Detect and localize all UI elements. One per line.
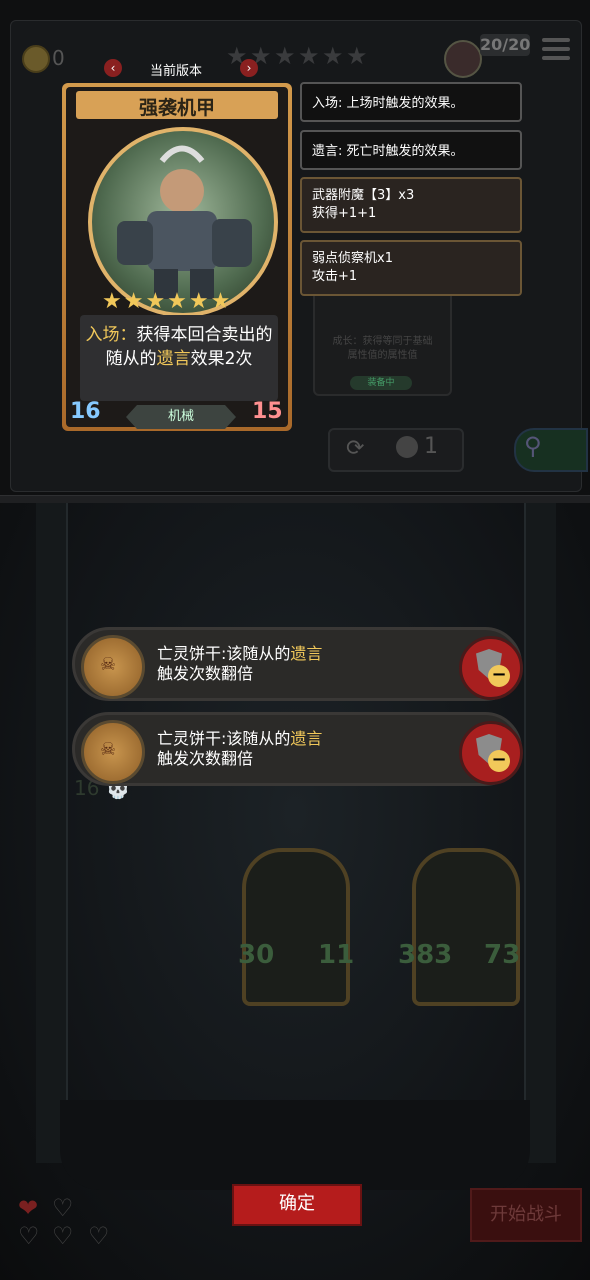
- confirm-button[interactable]: 确定: [232, 1184, 362, 1226]
- enchant-effect: 获得+1+1: [312, 206, 377, 221]
- life-heart-icon: ♡: [18, 1222, 40, 1250]
- coin-icon: [396, 436, 418, 458]
- card-name: 强袭机甲: [138, 97, 215, 119]
- minus-icon: −: [488, 750, 510, 772]
- board-frame-bottom: [60, 1100, 530, 1190]
- desc-suffix: 效果2次: [190, 349, 253, 369]
- tier-star: ★: [322, 42, 344, 70]
- minus-icon: −: [488, 665, 510, 687]
- coin-icon: [22, 45, 50, 73]
- buff-entry: ☠ 亡灵饼干:该随从的遗言 触发次数翻倍 −: [72, 712, 523, 786]
- board-frame-right: [524, 503, 556, 1163]
- deathrattle-keyword: 遗言: [156, 349, 191, 369]
- minion-health: 73: [484, 940, 521, 970]
- deathrattle-tooltip: 遗言: 死亡时触发的效果。: [300, 130, 522, 170]
- remove-buff-button[interactable]: −: [459, 721, 523, 785]
- card-stars: ★★★★★★: [102, 289, 233, 314]
- start-battle-button[interactable]: 开始战斗: [470, 1188, 582, 1242]
- minion-attack: 30: [238, 940, 275, 970]
- enchant-name: 弱点侦察机x1: [312, 251, 393, 266]
- buff-entry: ☠ 亡灵饼干:该随从的遗言 触发次数翻倍 −: [72, 627, 523, 701]
- player-health: 20/20: [480, 34, 531, 56]
- enchant-tooltip: 弱点侦察机x1 攻击+1: [300, 240, 522, 296]
- search-icon: ⚲: [524, 432, 542, 460]
- card-attack: 16: [70, 399, 101, 424]
- life-heart-icon: ♡: [88, 1222, 110, 1250]
- life-heart-icon: ♡: [52, 1222, 74, 1250]
- life-heart-icon: ♡: [52, 1194, 74, 1222]
- player-avatar[interactable]: [444, 40, 482, 78]
- battlecry-keyword: 入场：: [85, 325, 137, 345]
- card-description: 入场：获得本回合卖出的随从的遗言效果2次: [80, 315, 278, 401]
- equipped-button[interactable]: 装备中: [350, 376, 412, 390]
- enchant-name: 武器附魔【3】x3: [312, 188, 415, 203]
- card-health: 15: [252, 399, 283, 424]
- tier-star: ★: [298, 42, 320, 70]
- minion-card: 强袭机甲 ★★★★★★ 入场：获得本回合卖出的随从的遗言效果2次 16 机械 1…: [62, 83, 292, 431]
- version-label: 当前版本: [150, 64, 203, 79]
- refresh-cost: 1: [424, 434, 438, 459]
- life-heart-icon: ❤: [18, 1194, 39, 1222]
- coin-count: 0: [52, 46, 65, 70]
- card-tribe: 机械: [126, 405, 236, 429]
- version-next-button[interactable]: ›: [240, 59, 258, 77]
- enchant-tooltip: 武器附魔【3】x3 获得+1+1: [300, 177, 522, 233]
- remove-buff-button[interactable]: −: [459, 636, 523, 700]
- buff-text: 亡灵饼干:该随从的遗言 触发次数翻倍: [157, 644, 323, 683]
- mech-art-icon: [117, 145, 252, 299]
- minion-attack: 383: [398, 940, 453, 970]
- version-prev-button[interactable]: ‹: [104, 59, 122, 77]
- board-minion[interactable]: [242, 848, 350, 1006]
- tier-star: ★: [274, 42, 296, 70]
- tier-star: ★: [346, 42, 368, 70]
- buff-text: 亡灵饼干:该随从的遗言 触发次数翻倍: [157, 729, 323, 768]
- equipped-card-text: 成长：获得等同于基础属性值的属性值: [332, 336, 433, 361]
- minion-health: 11: [318, 940, 355, 970]
- refresh-icon: ⟳: [346, 436, 365, 461]
- cookie-icon: ☠: [81, 720, 145, 784]
- menu-icon[interactable]: [542, 38, 570, 64]
- cookie-icon: ☠: [81, 635, 145, 699]
- enchant-effect: 攻击+1: [312, 269, 358, 284]
- board-minion[interactable]: [412, 848, 520, 1006]
- battlecry-tooltip: 入场: 上场时触发的效果。: [300, 82, 522, 122]
- board-frame-left: [36, 503, 68, 1163]
